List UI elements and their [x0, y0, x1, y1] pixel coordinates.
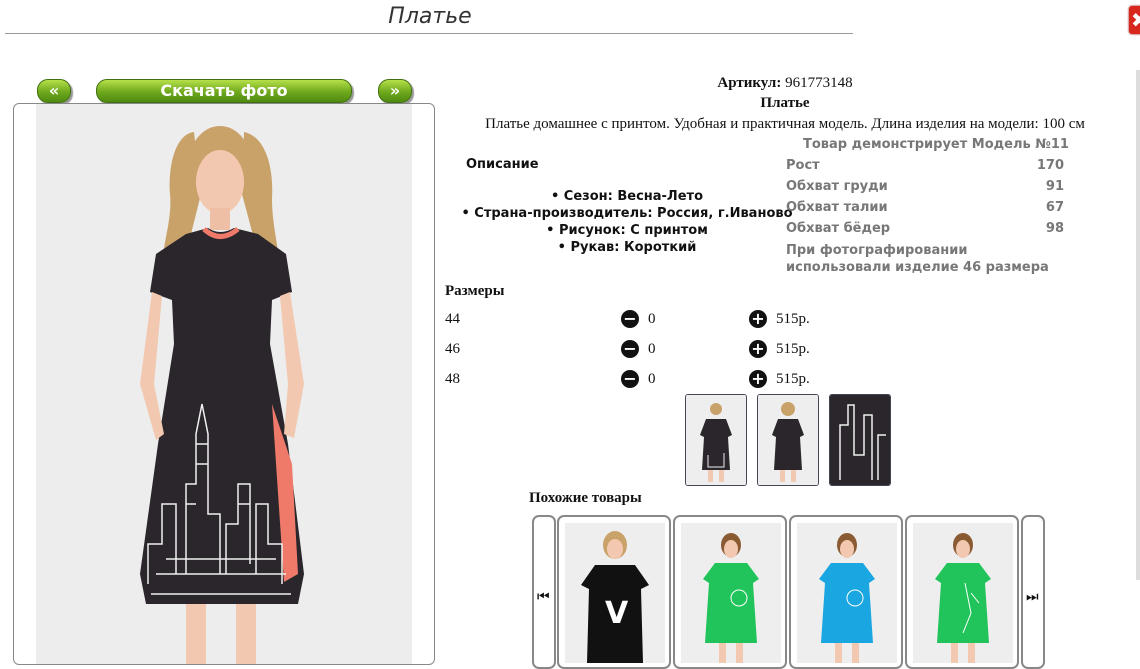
plus-circle-icon[interactable]: + [749, 310, 767, 328]
thumbnail-back-image [758, 395, 818, 485]
model-row-height: Рост 170 [786, 158, 1064, 173]
quantity-value: 0 [648, 311, 656, 327]
property-country: • Страна-производитель: Россия, г.Иванов… [461, 206, 793, 221]
prev-photo-button[interactable]: « [37, 79, 71, 103]
model-row-label: Рост [786, 158, 820, 173]
product-description: Платье домашнее с принтом. Удобная и пра… [485, 116, 1085, 132]
model-row-chest: Обхват груди 91 [786, 179, 1064, 194]
plus-circle-icon[interactable]: + [749, 340, 767, 358]
thumbnail-back[interactable] [757, 394, 819, 486]
model-row-label: Обхват талии [786, 200, 888, 215]
similar-product-image [913, 523, 1013, 663]
article-line: Артикул: 961773148 [445, 75, 1125, 92]
page-scrollbar[interactable] [1136, 70, 1140, 580]
similar-product-image: V [565, 523, 665, 663]
similar-product-image [681, 523, 781, 663]
model-heading: Товар демонстрирует Модель №11 [803, 137, 1069, 152]
main-product-photo[interactable] [13, 103, 435, 665]
title-divider [5, 33, 853, 34]
similar-products-heading: Похожие товары [529, 490, 642, 506]
skip-back-icon: ⏮ [537, 589, 550, 605]
sizes-heading: Размеры [445, 283, 505, 299]
minus-circle-icon[interactable]: − [621, 340, 639, 358]
model-row-value: 67 [1045, 200, 1064, 215]
minus-circle-icon[interactable]: − [621, 310, 639, 328]
size-row: 46 − 0 + 515р. [445, 339, 845, 361]
size-price: 515р. [776, 371, 810, 387]
size-label: 48 [445, 371, 460, 387]
size-row: 44 − 0 + 515р. [445, 309, 845, 331]
property-season: • Сезон: Весна-Лето [550, 189, 704, 204]
thumbnail-front[interactable] [685, 394, 747, 486]
plus-circle-icon[interactable]: + [749, 370, 767, 388]
model-row-hips: Обхват бёдер 98 [786, 221, 1064, 236]
model-row-value: 98 [1045, 221, 1064, 236]
size-row: 48 − 0 + 515р. [445, 369, 845, 391]
next-photo-button[interactable]: » [378, 79, 412, 103]
similar-product-image [797, 523, 897, 663]
model-note: При фотографировании использовали издели… [786, 243, 1049, 275]
close-icon[interactable]: ✖ [1129, 6, 1140, 34]
thumbnail-print-detail[interactable] [829, 394, 891, 486]
model-in-dress-image [36, 104, 412, 664]
skip-forward-icon: ⏭ [1026, 589, 1039, 605]
product-name: Платье [760, 95, 810, 111]
size-label: 44 [445, 311, 460, 327]
model-row-waist: Обхват талии 67 [786, 200, 1064, 215]
thumbnail-front-image [686, 395, 746, 485]
size-label: 46 [445, 341, 460, 357]
size-price: 515р. [776, 311, 810, 327]
thumbnail-print-image [830, 395, 890, 485]
svg-text:V: V [605, 596, 629, 631]
property-list: • Сезон: Весна-Лето • Страна-производите… [458, 188, 796, 256]
minus-circle-icon[interactable]: − [621, 370, 639, 388]
article-label: Артикул: [717, 75, 782, 91]
download-photo-button[interactable]: Скачать фото [96, 79, 352, 103]
model-row-label: Обхват бёдер [786, 221, 891, 236]
model-row-value: 170 [1036, 158, 1064, 173]
model-row-label: Обхват груди [786, 179, 888, 194]
property-pattern: • Рисунок: С принтом [546, 223, 708, 238]
article-value: 961773148 [785, 75, 853, 91]
property-sleeve: • Рукав: Короткий [557, 240, 697, 255]
page-title: Платье [388, 4, 472, 29]
quantity-value: 0 [648, 341, 656, 357]
description-heading: Описание [466, 157, 539, 172]
quantity-value: 0 [648, 371, 656, 387]
model-row-value: 91 [1045, 179, 1064, 194]
size-price: 515р. [776, 341, 810, 357]
